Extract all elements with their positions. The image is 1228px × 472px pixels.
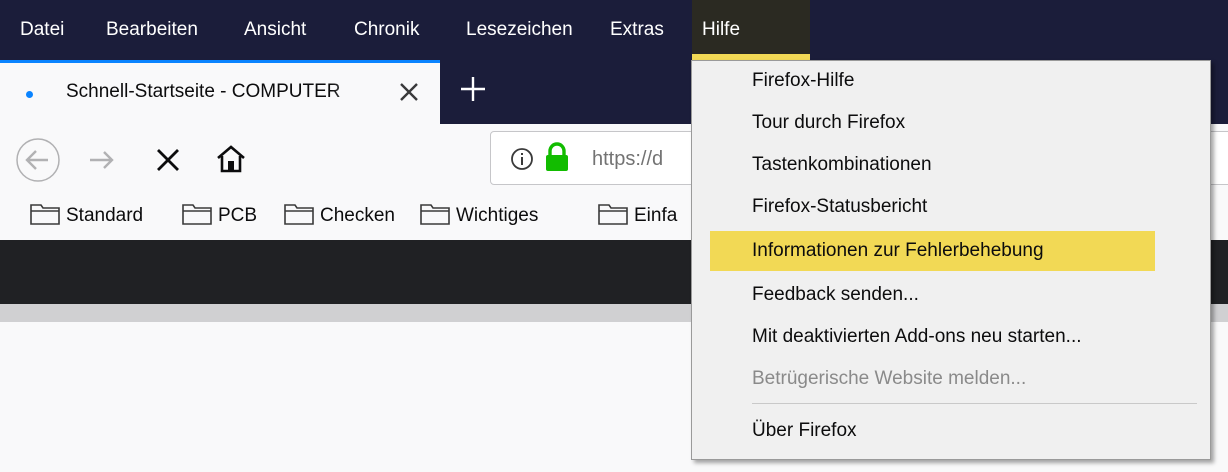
tab-schnell-startseite[interactable]: Schnell-Startseite - COMPUTER (0, 60, 440, 124)
menu-item-fehlerbehebung[interactable]: Informationen zur Fehlerbehebung (710, 231, 1155, 271)
bookmark-folder-wichtiges[interactable]: Wichtiges (420, 198, 538, 234)
menu-hilfe[interactable]: Hilfe (692, 0, 810, 60)
info-icon[interactable] (510, 147, 534, 171)
folder-icon (598, 204, 628, 225)
tab-loading-indicator (26, 91, 33, 98)
bookmark-folder-einfa[interactable]: Einfa (598, 198, 677, 234)
menu-item-website-melden: Betrügerische Website melden... (752, 368, 1027, 389)
tab-title-fade (330, 63, 390, 121)
help-menu-dropdown: Firefox-Hilfe Tour durch Firefox Tastenk… (691, 60, 1211, 460)
bookmark-folder-pcb[interactable]: PCB (182, 198, 257, 234)
menu-datei[interactable]: Datei (10, 0, 74, 60)
menu-lesezeichen[interactable]: Lesezeichen (456, 0, 583, 60)
bookmark-label: Checken (320, 205, 395, 226)
folder-icon (30, 204, 60, 225)
menu-chronik[interactable]: Chronik (344, 0, 429, 60)
stop-icon[interactable] (152, 144, 184, 176)
plus-icon[interactable] (458, 74, 488, 104)
bookmark-label: Wichtiges (456, 205, 539, 226)
menu-item-feedback[interactable]: Feedback senden... (710, 275, 1155, 315)
url-text[interactable]: https://d (592, 139, 702, 179)
menu-item-tastenkombinationen[interactable]: Tastenkombinationen (710, 145, 1155, 185)
forward-arrow-icon[interactable] (84, 142, 120, 178)
bookmark-folder-standard[interactable]: Standard (30, 198, 143, 234)
bookmark-folder-checken[interactable]: Checken (284, 198, 395, 234)
bookmark-label: Standard (66, 205, 144, 226)
bookmark-label: PCB (218, 205, 258, 226)
menu-ansicht[interactable]: Ansicht (234, 0, 316, 60)
lock-icon (546, 142, 568, 171)
folder-icon (420, 204, 450, 225)
menu-bar: Datei Bearbeiten Ansicht Chronik Lesezei… (0, 0, 1228, 60)
close-icon[interactable] (396, 79, 422, 105)
bookmark-label: Einfa (634, 205, 678, 226)
menu-extras[interactable]: Extras (600, 0, 674, 60)
menu-bearbeiten[interactable]: Bearbeiten (96, 0, 208, 60)
back-arrow-icon[interactable] (14, 136, 62, 184)
menu-item-tour[interactable]: Tour durch Firefox (710, 103, 1155, 143)
menu-item-ueber-firefox[interactable]: Über Firefox (710, 411, 1155, 451)
menu-item-statusbericht[interactable]: Firefox-Statusbericht (710, 187, 1155, 227)
menu-item-addons-neustart[interactable]: Mit deaktivierten Add-ons neu starten... (710, 317, 1155, 357)
menu-item-firefox-hilfe[interactable]: Firefox-Hilfe (710, 61, 1155, 101)
folder-icon (182, 204, 212, 225)
menu-separator (752, 403, 1197, 404)
folder-icon (284, 204, 314, 225)
home-icon[interactable] (214, 142, 248, 176)
